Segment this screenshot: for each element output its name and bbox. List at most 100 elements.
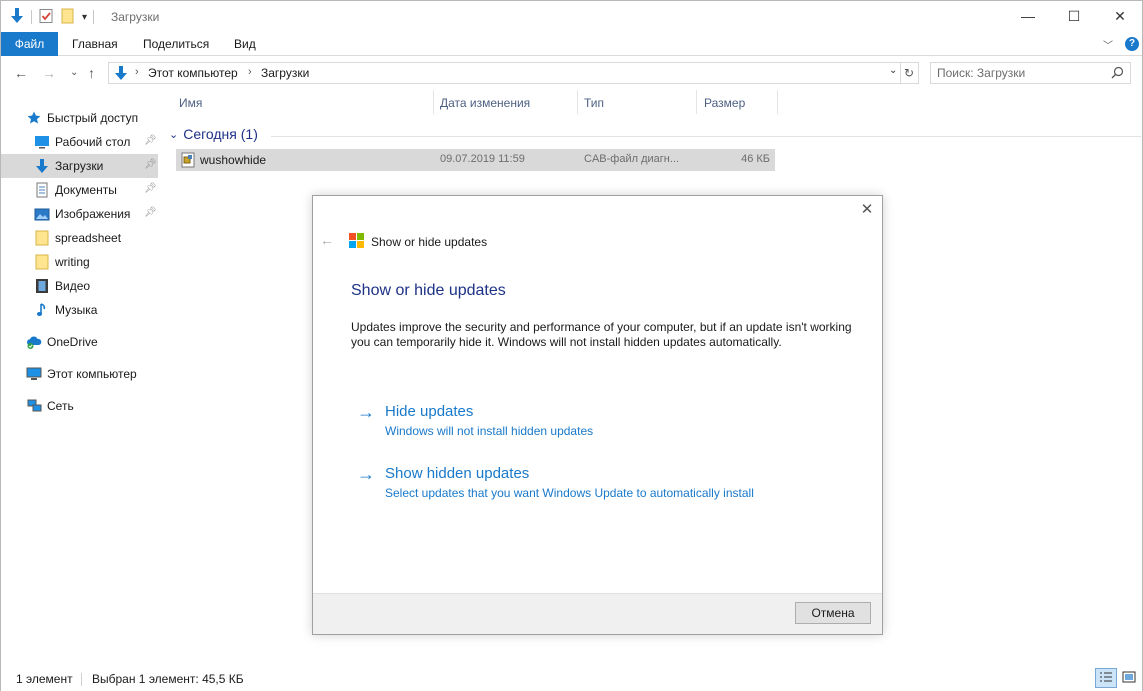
minimize-button[interactable]: —	[1005, 1, 1051, 31]
search-box[interactable]	[930, 62, 1131, 84]
option-title: Show hidden updates	[385, 465, 530, 482]
column-header-date[interactable]: Дата изменения	[440, 96, 530, 110]
toolbar-divider	[93, 10, 95, 24]
network-icon	[26, 398, 42, 414]
back-arrow-icon[interactable]: ←	[14, 65, 28, 81]
details-view-button[interactable]	[1095, 668, 1117, 688]
tab-home[interactable]: Главная	[58, 32, 132, 56]
sidebar-item-quick-access[interactable]: Быстрый доступ	[1, 106, 158, 130]
sidebar-item-label: Быстрый доступ	[47, 111, 139, 125]
item-count: 1 элемент	[16, 672, 73, 686]
close-icon[interactable]: ✕	[859, 202, 875, 218]
column-divider[interactable]	[696, 90, 697, 114]
customize-toolbar-icon[interactable]: ▾	[82, 12, 87, 23]
quick-access-toolbar: ▾	[9, 7, 95, 28]
show-hide-updates-dialog: ✕ ← Show or hide updates Show or hide up…	[312, 195, 883, 635]
tab-view[interactable]: Вид	[220, 32, 270, 56]
sidebar-item-network[interactable]: Сеть	[1, 394, 158, 418]
breadcrumb-separator-icon[interactable]: ›	[248, 66, 252, 78]
close-icon: ✕	[1114, 7, 1126, 24]
documents-icon	[34, 182, 50, 198]
pin-icon[interactable]: 📌︎	[144, 207, 157, 218]
sidebar-item-onedrive[interactable]: OneDrive	[1, 330, 158, 354]
column-header-type[interactable]: Тип	[584, 96, 604, 110]
large-icons-view-icon	[1122, 671, 1136, 686]
back-arrow-icon[interactable]: ←	[320, 232, 334, 248]
star-icon	[26, 110, 42, 126]
column-divider[interactable]	[777, 90, 778, 114]
up-arrow-icon[interactable]: ↑	[88, 65, 95, 81]
sidebar-item-this-pc[interactable]: Этот компьютер	[1, 362, 158, 386]
large-icons-view-button[interactable]	[1118, 668, 1140, 688]
breadcrumb-downloads[interactable]: Загрузки	[261, 66, 309, 80]
refresh-icon: ↻	[903, 66, 915, 80]
address-dropdown-icon[interactable]: ⌄	[889, 65, 897, 76]
details-view-icon	[1099, 671, 1113, 686]
chevron-down-icon: ⌄	[169, 128, 179, 141]
column-header-name[interactable]: Имя	[179, 96, 202, 110]
table-row[interactable]: wushowhide 09.07.2019 11:59 CAB-файл диа…	[176, 149, 775, 171]
sidebar-item-downloads[interactable]: Загрузки 📌︎	[1, 154, 158, 178]
sidebar-item-label: Изображения	[55, 207, 131, 221]
search-icon[interactable]	[1111, 66, 1124, 82]
sidebar-item-desktop[interactable]: Рабочий стол 📌︎	[1, 130, 158, 154]
pin-icon[interactable]: 📌︎	[144, 183, 157, 194]
option-subtitle: Select updates that you want Windows Upd…	[385, 486, 754, 500]
properties-icon[interactable]	[38, 8, 54, 27]
sidebar-item-label: Музыка	[55, 303, 98, 317]
pin-icon[interactable]: 📌︎	[144, 159, 157, 170]
sidebar-item-spreadsheet[interactable]: spreadsheet	[1, 226, 158, 250]
sidebar-item-label: Документы	[55, 183, 117, 197]
sidebar-item-label: spreadsheet	[55, 231, 122, 245]
address-bar[interactable]: › Этот компьютер › Загрузки ⌄	[108, 62, 901, 84]
download-icon[interactable]	[9, 7, 25, 28]
desktop-icon	[34, 134, 50, 150]
sidebar-item-pictures[interactable]: Изображения 📌︎	[1, 202, 158, 226]
file-type: CAB-файл диагн...	[584, 153, 680, 165]
pin-icon[interactable]: 📌︎	[144, 135, 157, 146]
group-header[interactable]: ⌄ Сегодня (1)	[169, 126, 258, 142]
sidebar-item-music[interactable]: Музыка	[1, 298, 158, 322]
expand-ribbon-icon[interactable]: ﹀	[1103, 37, 1113, 52]
sidebar-item-videos[interactable]: Видео	[1, 274, 158, 298]
column-divider[interactable]	[577, 90, 578, 114]
window-title: Загрузки	[111, 10, 160, 24]
forward-arrow-icon[interactable]: →	[42, 65, 56, 81]
help-icon[interactable]: ?	[1125, 37, 1139, 51]
sidebar-item-label: Сеть	[47, 399, 74, 413]
dialog-app-title: Show or hide updates	[371, 235, 488, 249]
maximize-button[interactable]: ☐	[1051, 1, 1097, 31]
cancel-button[interactable]: Отмена	[795, 602, 871, 624]
sidebar-item-documents[interactable]: Документы 📌︎	[1, 178, 158, 202]
arrow-right-icon: →	[357, 402, 375, 422]
file-name: wushowhide	[200, 153, 267, 167]
close-button[interactable]: ✕	[1097, 1, 1143, 31]
search-input[interactable]	[937, 66, 1107, 80]
navigation-bar: ← → ⌄ ↑ › Этот компьютер › Загрузки ⌄ ↻	[1, 56, 1142, 90]
group-label: Сегодня (1)	[183, 126, 258, 142]
hide-updates-option[interactable]: → Hide updates Windows will not install …	[355, 402, 835, 442]
column-divider[interactable]	[433, 90, 434, 114]
download-icon	[113, 65, 129, 84]
sidebar-item-label: OneDrive	[47, 335, 98, 349]
navigation-pane: Быстрый доступ Рабочий стол 📌︎ Загрузки …	[1, 90, 161, 660]
sidebar-item-writing[interactable]: writing	[1, 250, 158, 274]
tab-share[interactable]: Поделиться	[129, 32, 223, 56]
recent-locations-icon[interactable]: ⌄	[70, 67, 78, 78]
show-hidden-updates-option[interactable]: → Show hidden updates Select updates tha…	[355, 464, 835, 504]
folder-icon	[34, 230, 50, 246]
status-bar: 1 элемент Выбран 1 элемент: 45,5 КБ	[1, 667, 1142, 691]
sidebar-item-label: Загрузки	[55, 159, 104, 173]
file-size: 46 КБ	[741, 153, 770, 165]
folder-icon	[34, 254, 50, 270]
column-header-size[interactable]: Размер	[704, 96, 745, 110]
download-icon	[34, 158, 50, 174]
refresh-button[interactable]: ↻	[900, 62, 919, 84]
dialog-description: Updates improve the security and perform…	[351, 320, 852, 349]
status-divider	[81, 673, 82, 686]
breadcrumb-separator-icon[interactable]: ›	[135, 66, 139, 78]
tab-file[interactable]: Файл	[1, 32, 58, 56]
breadcrumb-this-pc[interactable]: Этот компьютер	[148, 66, 238, 80]
title-bar: ▾ Загрузки — ☐ ✕	[1, 1, 1142, 32]
new-folder-icon[interactable]	[60, 8, 76, 27]
